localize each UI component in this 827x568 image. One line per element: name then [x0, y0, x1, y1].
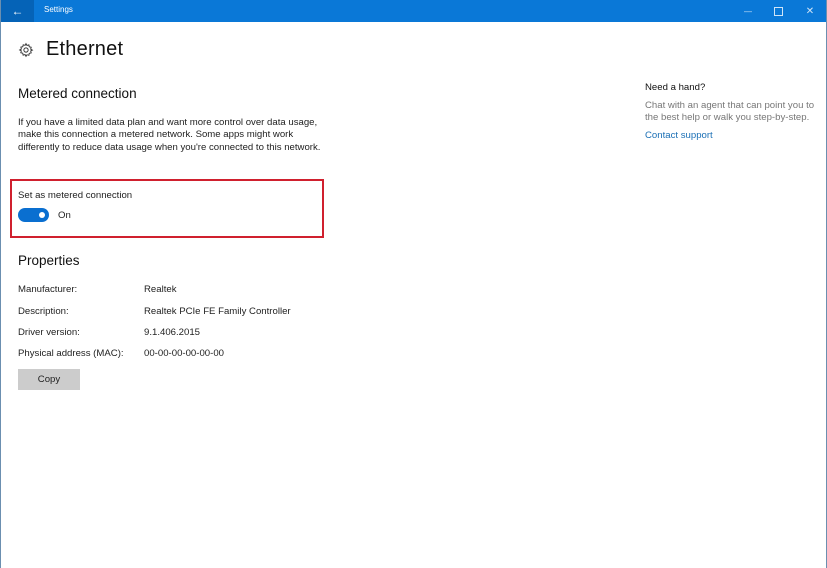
contact-support-link[interactable]: Contact support: [645, 130, 815, 141]
metered-connection-heading: Metered connection: [18, 86, 137, 101]
maximize-icon: [773, 6, 783, 16]
settings-window: ← Settings — ✕ Ethernet Metered connecti…: [0, 0, 827, 568]
metered-connection-description: If you have a limited data plan and want…: [18, 117, 321, 153]
property-label: Physical address (MAC):: [18, 348, 124, 359]
maximize-button[interactable]: [763, 0, 793, 22]
properties-heading: Properties: [18, 253, 80, 268]
metered-connection-toggle[interactable]: [18, 208, 49, 222]
property-value: 00-00-00-00-00-00: [144, 348, 225, 359]
minimize-icon: —: [744, 6, 752, 16]
property-value: 9.1.406.2015: [144, 327, 201, 338]
help-text: Chat with an agent that can point you to…: [645, 100, 815, 124]
toggle-knob: [39, 212, 45, 218]
close-button[interactable]: ✕: [795, 0, 825, 22]
property-value: Realtek: [144, 284, 177, 295]
help-panel: Need a hand? Chat with an agent that can…: [645, 82, 815, 141]
title-bar: ← Settings — ✕: [1, 0, 826, 22]
highlight-box: [10, 179, 324, 238]
metered-toggle-label: Set as metered connection: [18, 190, 133, 201]
help-title: Need a hand?: [645, 82, 706, 93]
gear-icon: [18, 42, 34, 57]
toggle-state-text: On: [58, 210, 71, 221]
property-label: Manufacturer:: [18, 284, 78, 295]
window-title: Settings: [44, 5, 73, 14]
property-label: Description:: [18, 306, 69, 317]
property-label: Driver version:: [18, 327, 80, 338]
minimize-button[interactable]: —: [733, 0, 763, 22]
copy-button[interactable]: Copy: [18, 369, 80, 390]
back-arrow-icon: ←: [11, 4, 24, 18]
page-title: Ethernet: [46, 38, 124, 60]
back-button[interactable]: ←: [1, 0, 34, 22]
property-value: Realtek PCIe FE Family Controller: [144, 306, 291, 317]
close-icon: ✕: [805, 5, 815, 17]
page-header: Ethernet: [18, 38, 123, 61]
